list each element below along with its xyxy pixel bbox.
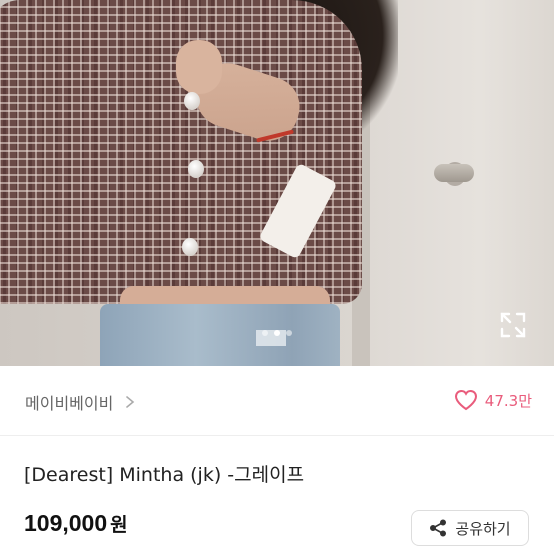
hand — [176, 40, 222, 94]
price: 109,000 원 — [24, 510, 128, 537]
share-label: 공유하기 — [455, 519, 511, 538]
carousel-indicator — [0, 330, 554, 336]
tweed-jacket — [0, 0, 362, 304]
price-unit: 원 — [110, 514, 128, 536]
expand-icon — [498, 312, 528, 344]
jacket-button — [188, 160, 204, 178]
product-title: [Dearest] Mintha (jk) -그레이프 — [24, 464, 305, 486]
carousel-dot-active[interactable] — [274, 330, 280, 336]
carousel-dot[interactable] — [286, 330, 292, 336]
jacket-button — [184, 92, 200, 110]
chevron-right-icon — [125, 395, 135, 409]
carousel-dot[interactable] — [262, 330, 268, 336]
like-button[interactable]: 47.3만 — [453, 388, 532, 412]
price-value: 109,000 — [24, 510, 108, 536]
expand-button[interactable] — [498, 310, 528, 340]
seller-link[interactable]: 메이비베이비 — [25, 390, 135, 414]
heart-outline-icon — [453, 388, 479, 412]
share-icon — [429, 519, 447, 537]
jacket-button — [182, 238, 198, 256]
share-button[interactable]: 공유하기 — [411, 510, 529, 546]
seller-row: 메이비베이비 47.3만 — [0, 366, 554, 436]
seller-name: 메이비베이비 — [25, 394, 114, 413]
product-image[interactable] — [0, 0, 554, 366]
like-count: 47.3만 — [484, 391, 532, 410]
door-handle — [434, 164, 474, 182]
